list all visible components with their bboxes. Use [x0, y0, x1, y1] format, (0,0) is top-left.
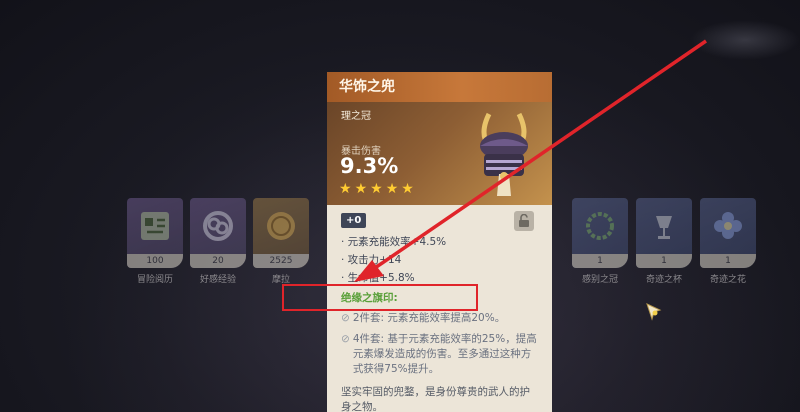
- inventory-count: 20: [190, 254, 246, 268]
- inventory-count: 100: [127, 254, 183, 268]
- crystal-goblet-icon: [636, 198, 692, 254]
- inventory-name: 摩拉: [271, 275, 290, 285]
- inventory-count: 1: [572, 254, 628, 268]
- inventory-count: 1: [700, 254, 756, 268]
- inventory-name: 冒险阅历: [136, 275, 173, 285]
- set-bonus-text: 4件套: 基于元素充能效率的25%，提高元素爆发造成的伤害。至多通过这种方式获得…: [352, 333, 537, 375]
- inventory-name: 奇迹之杯: [645, 275, 682, 285]
- main-stat-value: 9.3%: [340, 154, 399, 178]
- star-icon: ★: [370, 181, 383, 197]
- star-icon: ★: [354, 181, 368, 197]
- unlock-icon[interactable]: [514, 211, 534, 231]
- inventory-card: 1: [572, 198, 628, 268]
- blue-flower-icon: [700, 198, 756, 254]
- inventory-card: 100: [127, 198, 183, 268]
- cursor-icon: [646, 303, 662, 325]
- mora-coin-icon: [253, 198, 309, 254]
- substat: · 元素充能效率+4.5%: [341, 236, 447, 248]
- inventory-name: 奇迹之花: [709, 275, 746, 285]
- inventory-item-flower[interactable]: 1 奇迹之花: [700, 198, 756, 285]
- artifact-level-badge: +0: [341, 213, 367, 228]
- kabuto-helmet-icon: [459, 110, 549, 202]
- inventory-item-friendship-exp[interactable]: 20 好感经验: [190, 198, 246, 285]
- set-bonus-text: 2件套: 元素充能效率提高20%。: [352, 312, 506, 324]
- inventory-card: 20: [190, 198, 246, 268]
- inventory-count: 2525: [253, 254, 309, 268]
- rarity-stars: ★ ★ ★ ★ ★: [339, 182, 414, 196]
- adventure-exp-icon: [127, 198, 183, 254]
- set-bonus-2pc: ⊘ 2件套: 元素充能效率提高20%。: [341, 311, 538, 326]
- substat: · 生命值+5.8%: [341, 272, 415, 284]
- inventory-card: 2525: [253, 198, 309, 268]
- inventory-count: 1: [636, 254, 692, 268]
- artifact-detail-card: 华饰之兜 理之冠 暴击伤害 9.3% ★ ★ ★ ★ ★ +0 · 元素充能效率…: [327, 72, 552, 412]
- inventory-item-adventure-exp[interactable]: 100 冒险阅历: [127, 198, 183, 285]
- circle-slash-icon: ⊘: [341, 312, 350, 324]
- inventory-name: 感别之冠: [581, 275, 618, 285]
- background-glow: [690, 20, 800, 60]
- wreath-circlet-icon: [572, 198, 628, 254]
- artifact-piece-type: 理之冠: [341, 111, 371, 122]
- set-bonus-4pc: ⊘ 4件套: 基于元素充能效率的25%，提高元素爆发造成的伤害。至多通过这种方式…: [341, 332, 538, 377]
- artifact-name: 华饰之兜: [327, 72, 552, 102]
- level-row: +0: [341, 211, 538, 231]
- artifact-details: +0 · 元素充能效率+4.5% · 攻击力+14 · 生命值+5.8% 绝缘之…: [327, 205, 552, 412]
- artifact-set-name: 绝缘之旗印:: [341, 292, 398, 304]
- substat: · 攻击力+14: [341, 254, 402, 266]
- star-icon: ★: [385, 181, 399, 197]
- star-icon: ★: [339, 181, 352, 197]
- star-icon: ★: [401, 181, 414, 197]
- circle-slash-icon: ⊘: [341, 333, 350, 345]
- inventory-card: 1: [700, 198, 756, 268]
- inventory-name: 好感经验: [199, 275, 236, 285]
- inventory-item-mora[interactable]: 2525 摩拉: [253, 198, 309, 285]
- inventory-item-wreath[interactable]: 1 感别之冠: [572, 198, 628, 285]
- artifact-description: 坚实牢固的兜鍪，是身份尊贵的武人的护身之物。: [341, 386, 530, 412]
- inventory-card: 1: [636, 198, 692, 268]
- friendship-exp-icon: [190, 198, 246, 254]
- inventory-item-goblet[interactable]: 1 奇迹之杯: [636, 198, 692, 285]
- artifact-hero: 理之冠 暴击伤害 9.3% ★ ★ ★ ★ ★: [327, 102, 552, 205]
